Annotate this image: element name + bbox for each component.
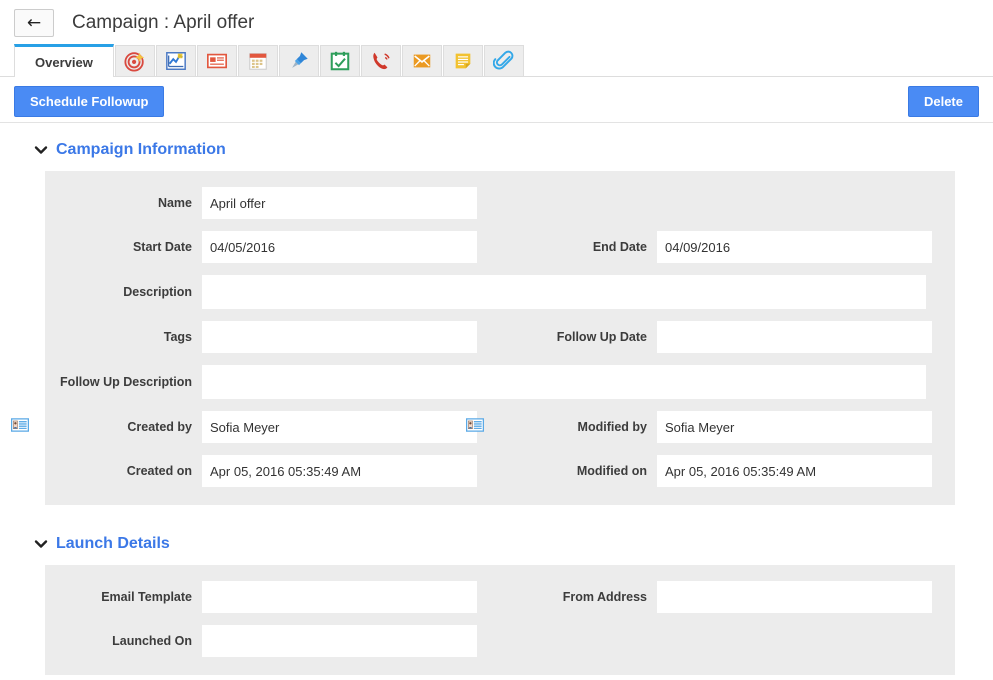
action-bar: Schedule Followup Delete bbox=[0, 77, 993, 123]
field-from-address-input[interactable] bbox=[657, 581, 932, 613]
envelope-icon bbox=[411, 50, 433, 72]
row-tags: Tags Follow Up Date bbox=[45, 321, 955, 353]
tab-email[interactable] bbox=[401, 45, 442, 76]
field-modified-on: Modified on Apr 05, 2016 05:35:49 AM bbox=[500, 455, 955, 487]
field-follow-up-date-input[interactable] bbox=[657, 321, 932, 353]
field-modified-by: Modified by Sofia Meyer bbox=[465, 411, 955, 443]
field-follow-up-description-input[interactable] bbox=[202, 365, 926, 399]
note-icon bbox=[452, 50, 474, 72]
launch-details-panel: Email Template From Address Launched On bbox=[45, 565, 955, 675]
field-created-on-label: Created on bbox=[126, 464, 192, 478]
field-launched-on-input[interactable] bbox=[202, 625, 477, 657]
field-modified-by-input[interactable]: Sofia Meyer bbox=[657, 411, 932, 443]
field-email-template: Email Template bbox=[45, 581, 500, 613]
page-header: ← Campaign : April offer bbox=[0, 0, 993, 40]
field-created-on-input: Apr 05, 2016 05:35:49 AM bbox=[202, 455, 477, 487]
row-launched-on: Launched On bbox=[45, 625, 955, 657]
field-modified-on-label: Modified on bbox=[576, 464, 647, 478]
target-icon bbox=[124, 50, 146, 72]
section-campaign-information: Campaign Information Name April offer St… bbox=[0, 141, 993, 505]
phone-call-icon bbox=[370, 50, 392, 72]
tab-bar: Overview bbox=[0, 40, 993, 77]
field-from-address-label: From Address bbox=[562, 590, 647, 604]
section-campaign-information-header[interactable]: Campaign Information bbox=[0, 141, 993, 159]
chevron-down-icon bbox=[34, 143, 48, 157]
section-launch-details-title: Launch Details bbox=[56, 535, 170, 552]
field-name-label: Name bbox=[157, 196, 192, 210]
contact-card-icon bbox=[465, 417, 485, 437]
field-modified-by-label-group: Modified by bbox=[465, 417, 657, 437]
field-description-input[interactable] bbox=[202, 275, 926, 309]
line-chart-icon bbox=[165, 50, 187, 72]
field-tags: Tags bbox=[45, 321, 500, 353]
tab-overview[interactable]: Overview bbox=[14, 44, 114, 77]
campaign-information-panel: Name April offer Start Date 04/05/2016 E… bbox=[10, 171, 955, 505]
field-start-date-label: Start Date bbox=[132, 240, 192, 254]
tab-phone[interactable] bbox=[360, 45, 401, 76]
field-follow-up-description: Follow Up Description bbox=[45, 365, 955, 399]
tab-calendar[interactable] bbox=[237, 45, 278, 76]
chevron-down-icon bbox=[34, 537, 48, 551]
section-campaign-information-title: Campaign Information bbox=[56, 141, 226, 158]
page-title: Campaign : April offer bbox=[72, 12, 255, 33]
back-arrow-icon: ← bbox=[26, 12, 42, 33]
field-modified-by-label: Modified by bbox=[577, 420, 647, 434]
pin-icon bbox=[288, 50, 310, 72]
row-dates: Start Date 04/05/2016 End Date 04/09/201… bbox=[45, 231, 955, 263]
row-created-modified-by: Created by Sofia Meyer Modified by Sofia… bbox=[10, 411, 955, 443]
back-button[interactable]: ← bbox=[14, 9, 54, 37]
row-created-modified-on: Created on Apr 05, 2016 05:35:49 AM Modi… bbox=[45, 455, 955, 487]
section-launch-details-header[interactable]: Launch Details bbox=[0, 535, 993, 553]
tab-task[interactable] bbox=[319, 45, 360, 76]
field-name: Name April offer bbox=[45, 187, 500, 219]
field-launched-on-label: Launched On bbox=[112, 634, 192, 648]
tab-line-chart[interactable] bbox=[155, 45, 196, 76]
field-email-template-label: Email Template bbox=[101, 590, 192, 604]
news-list-icon bbox=[206, 50, 228, 72]
field-description-label: Description bbox=[123, 285, 192, 299]
field-created-by-input[interactable]: Sofia Meyer bbox=[202, 411, 477, 443]
field-created-by-label: Created by bbox=[127, 420, 192, 434]
field-follow-up-description-label: Follow Up Description bbox=[60, 375, 192, 389]
field-follow-up-date-label: Follow Up Date bbox=[556, 330, 647, 344]
field-modified-on-input: Apr 05, 2016 05:35:49 AM bbox=[657, 455, 932, 487]
field-created-by-label-group: Created by bbox=[10, 417, 202, 437]
field-end-date-input[interactable]: 04/09/2016 bbox=[657, 231, 932, 263]
tab-overview-label: Overview bbox=[35, 54, 93, 70]
row-follow-up-description: Follow Up Description bbox=[45, 365, 955, 399]
field-description: Description bbox=[45, 275, 955, 309]
tab-target[interactable] bbox=[114, 45, 155, 76]
field-tags-label: Tags bbox=[163, 330, 192, 344]
field-start-date: Start Date 04/05/2016 bbox=[45, 231, 500, 263]
paperclip-icon bbox=[492, 50, 515, 72]
delete-button[interactable]: Delete bbox=[907, 86, 979, 117]
row-description: Description bbox=[45, 275, 955, 309]
field-launched-on: Launched On bbox=[45, 625, 500, 657]
tab-pin[interactable] bbox=[278, 45, 319, 76]
field-end-date-label: End Date bbox=[592, 240, 647, 254]
tab-attachment[interactable] bbox=[483, 45, 524, 76]
task-calendar-check-icon bbox=[329, 50, 351, 72]
field-name-input[interactable]: April offer bbox=[202, 187, 477, 219]
field-created-on: Created on Apr 05, 2016 05:35:49 AM bbox=[45, 455, 500, 487]
row-name: Name April offer bbox=[45, 187, 955, 219]
field-tags-input[interactable] bbox=[202, 321, 477, 353]
calendar-icon bbox=[247, 50, 269, 72]
field-follow-up-date: Follow Up Date bbox=[500, 321, 955, 353]
row-email-template: Email Template From Address bbox=[45, 581, 955, 613]
section-launch-details: Launch Details Email Template From Addre… bbox=[0, 535, 993, 675]
tab-note[interactable] bbox=[442, 45, 483, 76]
field-created-by: Created by Sofia Meyer bbox=[10, 411, 500, 443]
field-from-address: From Address bbox=[500, 581, 955, 613]
schedule-followup-button[interactable]: Schedule Followup bbox=[14, 86, 165, 117]
tab-news[interactable] bbox=[196, 45, 237, 76]
field-start-date-input[interactable]: 04/05/2016 bbox=[202, 231, 477, 263]
contact-card-icon bbox=[10, 417, 30, 437]
field-email-template-input[interactable] bbox=[202, 581, 477, 613]
field-end-date: End Date 04/09/2016 bbox=[500, 231, 955, 263]
